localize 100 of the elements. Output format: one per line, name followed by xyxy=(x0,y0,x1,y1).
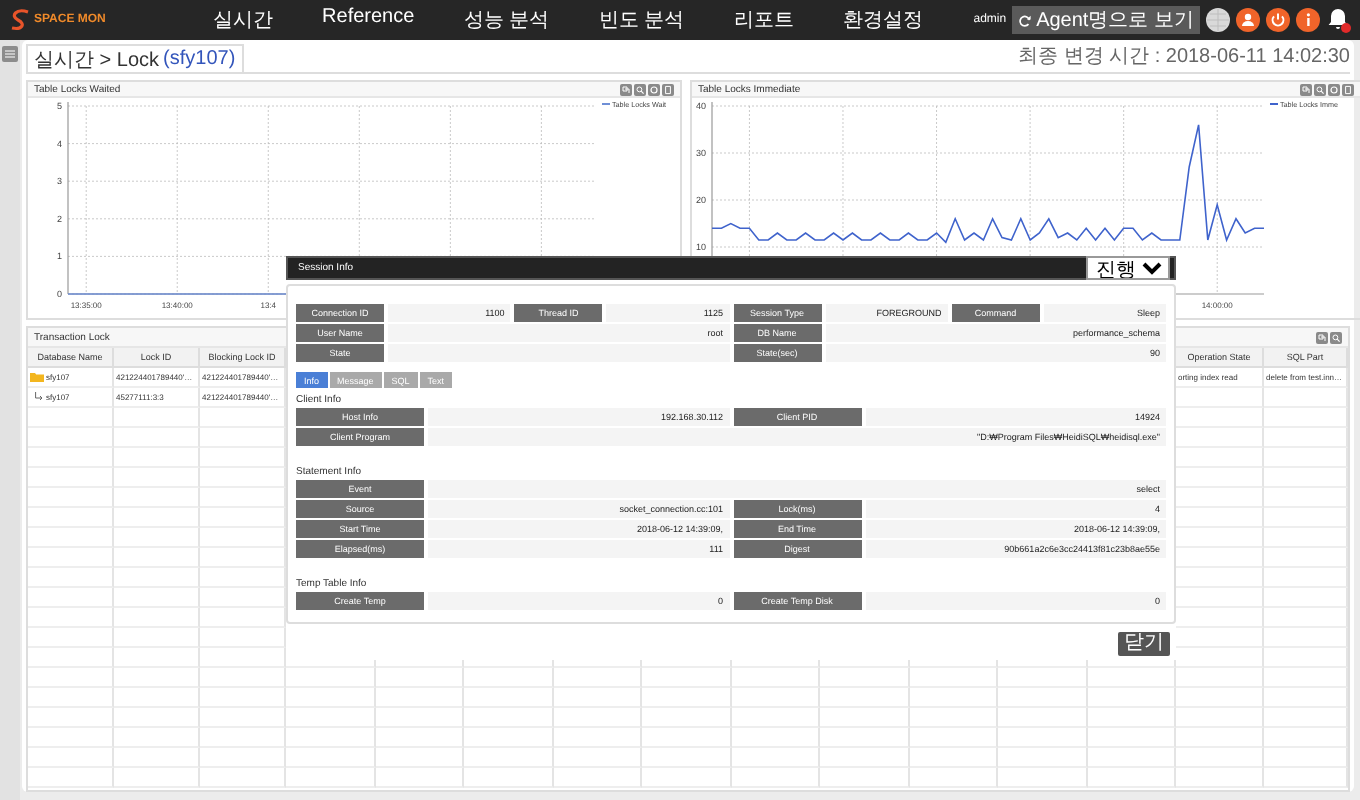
document-icon[interactable] xyxy=(1342,83,1354,95)
expand-icon[interactable] xyxy=(1300,83,1312,95)
empty-cell xyxy=(114,428,200,448)
expand-icon[interactable] xyxy=(1316,331,1328,343)
empty-cell xyxy=(1087,728,1176,748)
child-arrow-icon xyxy=(34,392,44,402)
empty-cell xyxy=(114,528,200,548)
menu-item[interactable]: 성능 분석 xyxy=(463,6,550,34)
menu-item[interactable]: 환경설정 xyxy=(843,6,924,34)
empty-cell xyxy=(114,628,200,648)
empty-cell xyxy=(464,748,553,768)
menu-item[interactable]: 실시간 xyxy=(212,6,273,34)
status-dropdown[interactable]: 진행 xyxy=(1086,256,1170,280)
empty-cell xyxy=(200,728,286,748)
empty-cell xyxy=(114,688,200,708)
last-updated: 최종 변경 시간 : 2018-06-11 14:02:30 xyxy=(1017,44,1350,70)
empty-cell xyxy=(114,508,200,528)
document-icon[interactable] xyxy=(662,83,674,95)
empty-cell xyxy=(553,688,642,708)
logo-icon xyxy=(8,8,32,32)
zoom-icon[interactable] xyxy=(1314,83,1326,95)
empty-cell xyxy=(464,668,553,688)
empty-cell xyxy=(820,688,909,708)
empty-cell xyxy=(998,708,1087,728)
menu-item[interactable]: 빈도 분석 xyxy=(598,6,685,34)
empty-cell xyxy=(909,748,998,768)
empty-cell xyxy=(909,668,998,688)
empty-cell xyxy=(820,708,909,728)
empty-cell xyxy=(1176,748,1264,768)
menu-icon[interactable] xyxy=(2,46,18,62)
empty-cell xyxy=(1176,708,1264,728)
empty-cell xyxy=(375,688,464,708)
empty-cell xyxy=(731,668,820,688)
empty-cell xyxy=(731,708,820,728)
menu-item[interactable]: Reference xyxy=(322,6,415,34)
power-icon[interactable] xyxy=(1266,8,1290,32)
empty-cell xyxy=(375,668,464,688)
empty-cell xyxy=(1087,688,1176,708)
empty-cell xyxy=(114,488,200,508)
zoom-icon[interactable] xyxy=(1330,331,1342,343)
empty-cell xyxy=(909,708,998,728)
empty-cell xyxy=(114,448,200,468)
empty-cell xyxy=(114,648,200,668)
close-button[interactable]: 닫기 xyxy=(1118,632,1170,656)
empty-cell xyxy=(375,748,464,768)
empty-cell xyxy=(114,668,200,688)
zoom-icon[interactable] xyxy=(634,83,646,95)
info-icon[interactable] xyxy=(1296,8,1320,32)
empty-cell xyxy=(553,668,642,688)
empty-cell xyxy=(375,728,464,748)
empty-cell xyxy=(114,708,200,728)
empty-cell xyxy=(286,728,375,748)
empty-cell xyxy=(200,748,286,768)
empty-cell xyxy=(1087,748,1176,768)
empty-cell xyxy=(200,668,286,688)
agent-view-button[interactable]: Agent명으로 보기 xyxy=(1012,6,1200,34)
settings-icon[interactable] xyxy=(648,83,660,95)
page-tab[interactable]: 실시간 > Lock (sfy107) xyxy=(26,44,244,72)
empty-cell xyxy=(114,568,200,588)
empty-cell xyxy=(286,688,375,708)
empty-cell xyxy=(286,748,375,768)
empty-cell xyxy=(731,688,820,708)
empty-cell xyxy=(1176,608,1264,628)
expand-icon[interactable] xyxy=(620,83,632,95)
empty-cell xyxy=(464,688,553,708)
bell-icon[interactable] xyxy=(1326,6,1352,34)
menu-item[interactable]: 리포트 xyxy=(733,6,794,34)
empty-cell xyxy=(642,748,731,768)
empty-cell xyxy=(909,728,998,748)
empty-cell xyxy=(1176,688,1264,708)
empty-cell xyxy=(998,728,1087,748)
empty-cell xyxy=(114,588,200,608)
empty-cell xyxy=(909,688,998,708)
empty-cell xyxy=(375,708,464,728)
empty-cell xyxy=(820,728,909,748)
empty-cell xyxy=(820,748,909,768)
empty-cell xyxy=(1176,668,1264,688)
empty-cell xyxy=(114,548,200,568)
empty-cell xyxy=(1087,708,1176,728)
empty-cell xyxy=(998,668,1087,688)
empty-cell xyxy=(642,728,731,748)
settings-icon[interactable] xyxy=(1328,83,1340,95)
empty-cell xyxy=(553,748,642,768)
empty-cell xyxy=(286,708,375,728)
globe-icon[interactable] xyxy=(1206,8,1230,32)
empty-cell xyxy=(464,728,553,748)
empty-cell xyxy=(464,708,553,728)
empty-cell xyxy=(114,608,200,628)
refresh-icon xyxy=(1018,13,1033,27)
empty-cell xyxy=(1176,728,1264,748)
tab-target: (sfy107) xyxy=(163,48,236,70)
empty-cell xyxy=(114,468,200,488)
empty-cell xyxy=(820,668,909,688)
folder-icon xyxy=(30,372,44,382)
user-icon[interactable] xyxy=(1236,8,1260,32)
tab-label: 실시간 > Lock xyxy=(34,47,160,73)
empty-cell xyxy=(998,688,1087,708)
empty-cell xyxy=(1087,668,1176,688)
empty-cell xyxy=(642,668,731,688)
empty-cell xyxy=(998,748,1087,768)
